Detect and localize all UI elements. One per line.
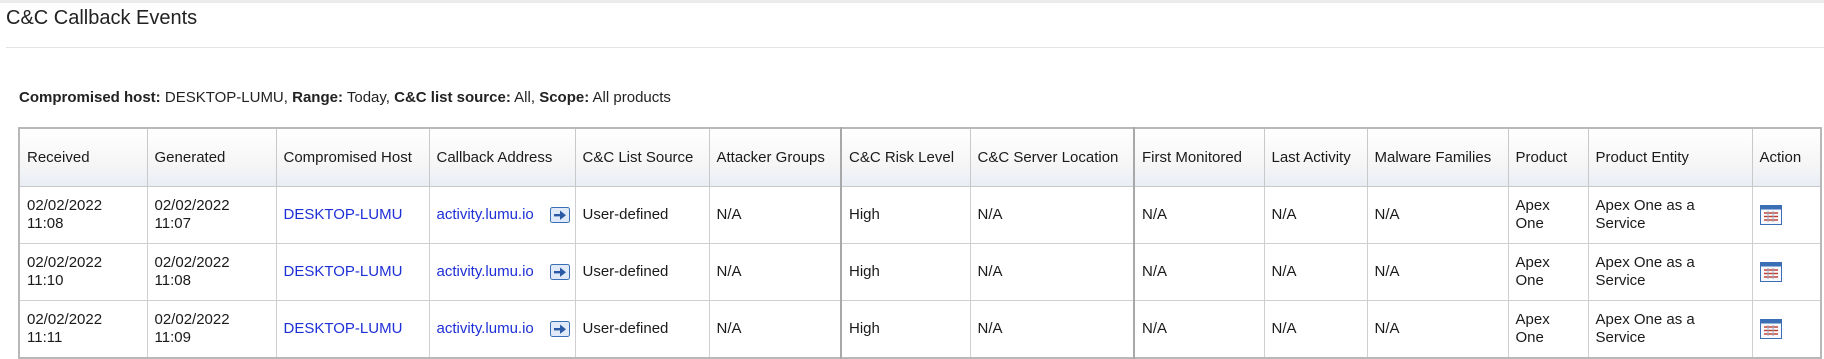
filter-summary: Compromised host: DESKTOP-LUMU, Range: T… <box>19 89 671 106</box>
filter-range-value: Today, <box>346 89 390 106</box>
cell-received: 02/02/2022 11:11 <box>18 300 148 359</box>
col-list-source[interactable]: C&C List Source <box>574 127 710 187</box>
col-first-monitored[interactable]: First Monitored <box>1133 127 1265 187</box>
filter-host-label: Compromised host: <box>19 89 161 106</box>
filter-range-label: Range: <box>292 89 343 106</box>
col-risk-level[interactable]: C&C Risk Level <box>840 127 971 187</box>
cell-product: Apex One <box>1507 186 1589 244</box>
cell-product-entity: Apex One as a Service <box>1587 243 1753 301</box>
cell-generated: 02/02/2022 11:08 <box>146 243 277 301</box>
compromised-host-link[interactable]: DESKTOP-LUMU <box>284 320 403 337</box>
callback-events-table: Received Generated Compromised Host Call… <box>18 127 1822 359</box>
title-divider <box>6 47 1824 48</box>
cell-attacker-groups: N/A <box>708 243 842 301</box>
col-action: Action <box>1751 127 1822 187</box>
cell-malware-families: N/A <box>1366 186 1509 244</box>
cell-attacker-groups: N/A <box>708 186 842 244</box>
cell-malware-families: N/A <box>1366 243 1509 301</box>
cell-product: Apex One <box>1507 243 1589 301</box>
top-border <box>0 0 1824 3</box>
cell-last-activity: N/A <box>1263 186 1368 244</box>
cell-product: Apex One <box>1507 300 1589 359</box>
filter-scope-value: All products <box>592 89 671 106</box>
log-detail-icon[interactable] <box>1759 319 1782 339</box>
cell-risk-level: High <box>840 300 971 359</box>
cell-first-monitored: N/A <box>1133 186 1265 244</box>
cell-server-location: N/A <box>969 243 1135 301</box>
table-header-row: Received Generated Compromised Host Call… <box>18 127 1822 187</box>
cell-list-source: User-defined <box>574 300 710 359</box>
callback-address-link[interactable]: activity.lumu.io <box>437 263 534 280</box>
cell-last-activity: N/A <box>1263 243 1368 301</box>
cell-product-entity: Apex One as a Service <box>1587 300 1753 359</box>
callback-address-link[interactable]: activity.lumu.io <box>437 206 534 223</box>
page-title: C&C Callback Events <box>6 7 198 29</box>
table-row: 02/02/2022 11:08 02/02/2022 11:07 DESKTO… <box>18 186 1822 244</box>
cell-server-location: N/A <box>969 186 1135 244</box>
col-last-activity[interactable]: Last Activity <box>1263 127 1368 187</box>
col-product-entity[interactable]: Product Entity <box>1587 127 1753 187</box>
col-server-location[interactable]: C&C Server Location <box>969 127 1135 187</box>
col-callback-address[interactable]: Callback Address <box>428 127 576 187</box>
arrow-right-box-icon[interactable] <box>549 264 570 281</box>
col-generated[interactable]: Generated <box>146 127 277 187</box>
arrow-right-box-icon[interactable] <box>549 321 570 338</box>
cell-last-activity: N/A <box>1263 300 1368 359</box>
cell-attacker-groups: N/A <box>708 300 842 359</box>
table-row: 02/02/2022 11:10 02/02/2022 11:08 DESKTO… <box>18 243 1822 301</box>
cell-generated: 02/02/2022 11:09 <box>146 300 277 359</box>
col-malware-families[interactable]: Malware Families <box>1366 127 1509 187</box>
col-received[interactable]: Received <box>18 127 148 187</box>
cell-server-location: N/A <box>969 300 1135 359</box>
filter-scope-label: Scope: <box>539 89 590 106</box>
cell-first-monitored: N/A <box>1133 243 1265 301</box>
cell-product-entity: Apex One as a Service <box>1587 186 1753 244</box>
cell-received: 02/02/2022 11:10 <box>18 243 148 301</box>
table-row: 02/02/2022 11:11 02/02/2022 11:09 DESKTO… <box>18 300 1822 359</box>
arrow-right-box-icon[interactable] <box>549 207 570 224</box>
compromised-host-link[interactable]: DESKTOP-LUMU <box>284 263 403 280</box>
cell-list-source: User-defined <box>574 243 710 301</box>
filter-host-value: DESKTOP-LUMU, <box>164 89 288 106</box>
filter-source-label: C&C list source: <box>394 89 511 106</box>
log-detail-icon[interactable] <box>1759 262 1782 282</box>
cell-risk-level: High <box>840 186 971 244</box>
callback-address-link[interactable]: activity.lumu.io <box>437 320 534 337</box>
log-detail-icon[interactable] <box>1759 205 1782 225</box>
col-attacker-groups[interactable]: Attacker Groups <box>708 127 842 187</box>
compromised-host-link[interactable]: DESKTOP-LUMU <box>284 206 403 223</box>
cell-list-source: User-defined <box>574 186 710 244</box>
cell-risk-level: High <box>840 243 971 301</box>
col-product[interactable]: Product <box>1507 127 1589 187</box>
cell-received: 02/02/2022 11:08 <box>18 186 148 244</box>
cell-generated: 02/02/2022 11:07 <box>146 186 277 244</box>
cell-malware-families: N/A <box>1366 300 1509 359</box>
cell-first-monitored: N/A <box>1133 300 1265 359</box>
col-compromised-host[interactable]: Compromised Host <box>275 127 430 187</box>
filter-source-value: All, <box>514 89 536 106</box>
